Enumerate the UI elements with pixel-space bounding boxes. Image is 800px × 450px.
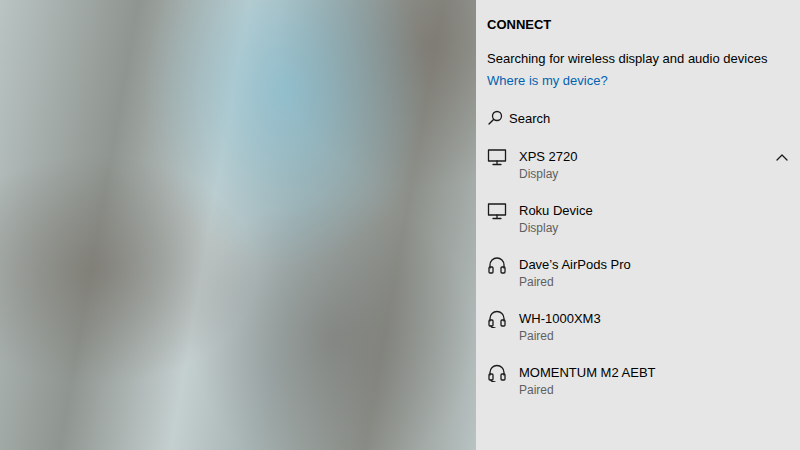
desktop-wallpaper — [0, 0, 476, 450]
device-status: Paired — [519, 274, 790, 290]
device-status: Display — [519, 220, 790, 236]
device-texts: MOMENTUM M2 AEBTPaired — [519, 364, 790, 398]
panel-title: CONNECT — [487, 17, 790, 33]
chevron-up-icon[interactable] — [774, 148, 790, 166]
help-link[interactable]: Where is my device? — [487, 73, 790, 89]
device-name: WH-1000XM3 — [519, 310, 790, 328]
device-item[interactable]: XPS 2720Display — [487, 140, 790, 194]
device-list: XPS 2720DisplayRoku DeviceDisplayDave’s … — [487, 140, 790, 410]
device-status: Paired — [519, 382, 790, 398]
connect-panel: CONNECT Searching for wireless display an… — [476, 0, 800, 450]
search-label: Search — [509, 111, 550, 126]
headphones-icon — [487, 256, 507, 274]
device-name: Roku Device — [519, 202, 790, 220]
device-item[interactable]: WH-1000XM3Paired — [487, 302, 790, 356]
device-texts: XPS 2720Display — [519, 148, 774, 182]
device-texts: WH-1000XM3Paired — [519, 310, 790, 344]
headset-icon — [487, 310, 507, 328]
device-status: Display — [519, 166, 774, 182]
device-texts: Roku DeviceDisplay — [519, 202, 790, 236]
device-item[interactable]: Roku DeviceDisplay — [487, 194, 790, 248]
device-name: MOMENTUM M2 AEBT — [519, 364, 790, 382]
device-name: Dave’s AirPods Pro — [519, 256, 790, 274]
search-icon — [487, 110, 503, 126]
device-item[interactable]: Dave’s AirPods ProPaired — [487, 248, 790, 302]
monitor-icon — [487, 148, 507, 166]
device-texts: Dave’s AirPods ProPaired — [519, 256, 790, 290]
device-item[interactable]: MOMENTUM M2 AEBTPaired — [487, 356, 790, 410]
device-status: Paired — [519, 328, 790, 344]
search-status: Searching for wireless display and audio… — [487, 51, 790, 67]
monitor-icon — [487, 202, 507, 220]
headset-icon — [487, 364, 507, 382]
device-name: XPS 2720 — [519, 148, 774, 166]
search-button[interactable]: Search — [487, 108, 790, 128]
